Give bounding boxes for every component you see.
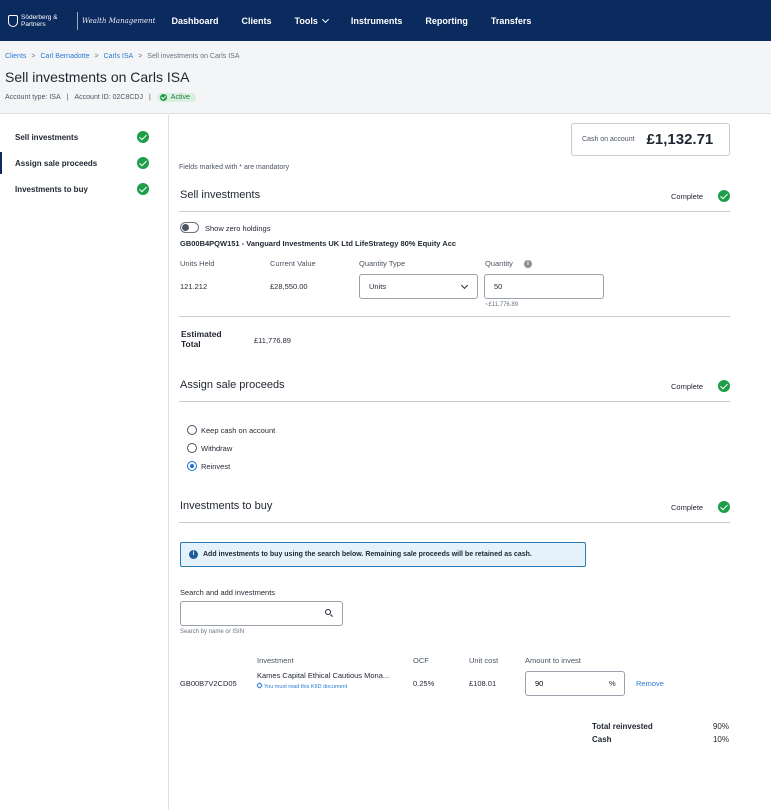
sidebar-item-investments-to-buy[interactable]: Investments to buy xyxy=(0,178,168,200)
sell-section-title: Sell investments xyxy=(180,189,261,201)
radio-keep-cash-label: Keep cash on account xyxy=(201,426,276,435)
amount-header: Amount to invest xyxy=(525,656,581,665)
account-info: Account type: ISA | Account ID: 02C8CDJ … xyxy=(5,93,196,102)
zero-holdings-label: Show zero holdings xyxy=(205,224,271,233)
divider xyxy=(179,316,730,317)
check-circle-icon xyxy=(718,501,730,513)
check-circle-icon xyxy=(718,190,730,202)
search-input[interactable] xyxy=(180,601,343,626)
divider xyxy=(179,401,730,402)
assign-complete-label: Complete xyxy=(671,382,704,391)
check-circle-icon xyxy=(137,183,149,195)
radio-reinvest[interactable] xyxy=(187,461,197,471)
quantity-estimate-hint: ~£11,776.89 xyxy=(485,302,519,308)
info-banner-text: Add investments to buy using the search … xyxy=(203,551,532,558)
current-value: £28,550.00 xyxy=(270,282,308,291)
estimated-total-label: Estimated Total xyxy=(181,329,222,349)
chevron-down-icon xyxy=(321,15,329,23)
brand-logo[interactable]: Söderberg & Partners Wealth Management xyxy=(8,11,156,30)
breadcrumb-account[interactable]: Carls ISA xyxy=(104,53,134,60)
check-icon xyxy=(159,94,167,101)
check-circle-icon xyxy=(718,380,730,392)
nav-transfers[interactable]: Transfers xyxy=(491,16,532,26)
info-banner: i Add investments to buy using the searc… xyxy=(180,542,586,567)
assign-section-title: Assign sale proceeds xyxy=(180,379,285,391)
nav-instruments[interactable]: Instruments xyxy=(351,16,403,26)
account-type: Account type: ISA xyxy=(5,94,61,101)
buy-isin: GB00B7V2CD05 xyxy=(180,679,237,688)
kiid-link[interactable]: You must read this KIID document xyxy=(255,681,347,690)
sidebar-item-sell-investments[interactable]: Sell investments xyxy=(0,126,168,148)
quantity-type-header: Quantity Type xyxy=(359,259,406,268)
divider xyxy=(179,522,730,523)
crest-icon xyxy=(8,14,18,27)
step-sidebar: Sell investments Assign sale proceeds In… xyxy=(0,115,169,810)
cash-label: Cash on account xyxy=(582,136,635,143)
buy-complete-label: Complete xyxy=(671,503,704,512)
buy-section-title: Investments to buy xyxy=(180,500,273,512)
toggle-knob xyxy=(182,224,189,231)
check-circle-icon xyxy=(137,157,149,169)
total-reinvested-label: Total reinvested xyxy=(592,722,653,731)
account-id: Account ID: 02C8CDJ xyxy=(74,94,143,101)
unit-cost-header: Unit cost xyxy=(469,656,499,665)
nav-dashboard[interactable]: Dashboard xyxy=(171,16,218,26)
cash-amount: £1,132.71 xyxy=(646,131,714,148)
investment-header: Investment xyxy=(257,656,294,665)
mandatory-note: Fields marked with * are mandatory xyxy=(179,164,290,171)
sidebar-item-assign-sale-proceeds[interactable]: Assign sale proceeds xyxy=(0,152,168,174)
info-icon[interactable]: i xyxy=(524,260,532,268)
search-hint: Search by name or ISIN xyxy=(180,629,245,635)
breadcrumb-client[interactable]: Carl Bernadotte xyxy=(41,53,90,60)
divider xyxy=(179,211,730,212)
quantity-input[interactable] xyxy=(484,274,604,299)
link-icon xyxy=(255,681,264,690)
sell-complete-label: Complete xyxy=(671,192,704,201)
nav-reporting[interactable]: Reporting xyxy=(425,16,468,26)
top-navigation: Söderberg & Partners Wealth Management D… xyxy=(0,0,771,41)
brand-sub-name: Wealth Management xyxy=(82,16,156,25)
buy-investment-name: Kames Capital Ethical Cautious Mona... xyxy=(257,671,390,680)
units-held-value: 121.212 xyxy=(180,282,208,291)
estimated-total-value: £11,776.89 xyxy=(254,336,291,345)
nav-clients[interactable]: Clients xyxy=(242,16,272,26)
status-badge: Active xyxy=(156,93,196,102)
ocf-header: OCF xyxy=(413,656,429,665)
nav-tools[interactable]: Tools xyxy=(295,15,329,26)
brand-name: Söderberg & Partners xyxy=(21,13,58,28)
units-held-header: Units Held xyxy=(180,259,215,268)
page-title: Sell investments on Carls ISA xyxy=(5,69,190,85)
breadcrumb: Clients > Carl Bernadotte > Carls ISA > Sell i… xyxy=(5,53,240,60)
logo-divider xyxy=(77,11,78,30)
percent-unit: % xyxy=(609,679,616,688)
cash-on-account: Cash on account £1,132.71 xyxy=(571,123,730,156)
radio-reinvest-label: Reinvest xyxy=(201,462,231,471)
holding-fund-name: GB00B4PQW151 - Vanguard Investments UK L… xyxy=(180,239,457,248)
buy-unit-cost: £108.01 xyxy=(469,679,497,688)
breadcrumb-clients[interactable]: Clients xyxy=(5,53,26,60)
radio-keep-cash[interactable] xyxy=(187,425,197,435)
check-circle-icon xyxy=(137,131,149,143)
radio-withdraw-label: Withdraw xyxy=(201,444,233,453)
current-value-header: Current Value xyxy=(270,259,316,268)
breadcrumb-current: Sell investments on Carls ISA xyxy=(147,53,240,60)
zero-holdings-toggle[interactable] xyxy=(180,222,199,233)
search-icon[interactable] xyxy=(325,609,331,615)
buy-ocf: 0.25% xyxy=(413,679,435,688)
search-label: Search and add investments xyxy=(180,588,276,597)
cash-total-value: 10% xyxy=(712,735,729,744)
chevron-down-icon xyxy=(460,281,469,290)
cash-total-label: Cash xyxy=(592,735,612,744)
total-reinvested-value: 90% xyxy=(712,722,729,731)
main-menu: Dashboard Clients Tools Instruments Repo… xyxy=(171,15,554,26)
info-icon: i xyxy=(189,550,198,559)
quantity-type-select[interactable]: Units xyxy=(359,274,478,299)
quantity-header: Quantity xyxy=(485,259,513,268)
remove-button[interactable]: Remove xyxy=(636,679,664,688)
radio-withdraw[interactable] xyxy=(187,443,197,453)
page-header: Clients > Carl Bernadotte > Carls ISA > Sell i… xyxy=(0,41,771,114)
